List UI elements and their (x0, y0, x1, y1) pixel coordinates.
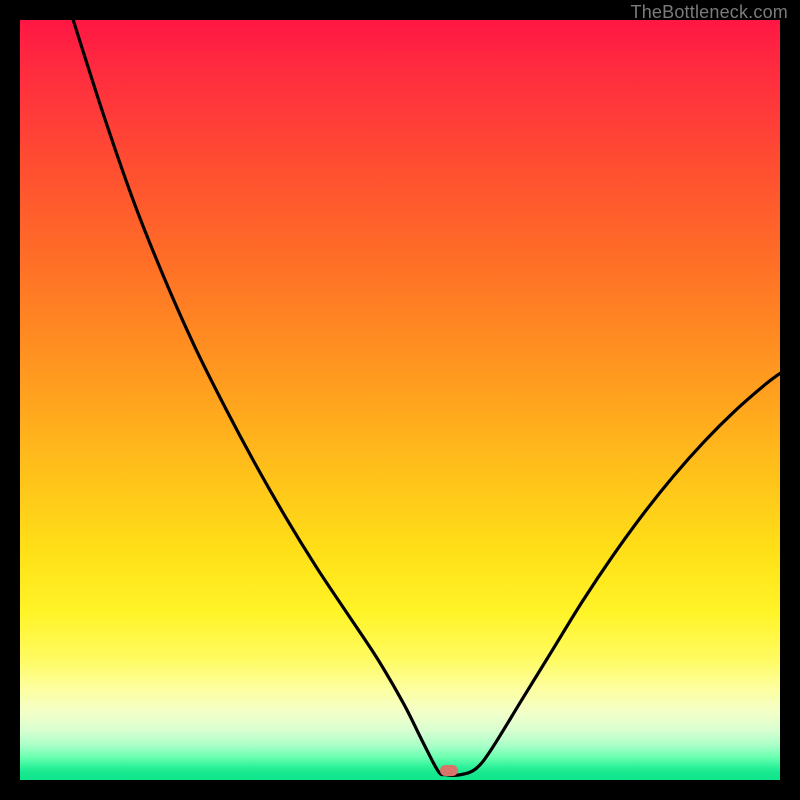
bottleneck-curve (20, 20, 780, 780)
plot-area (20, 20, 780, 780)
optimal-point-marker (440, 765, 458, 776)
chart-stage: TheBottleneck.com (0, 0, 800, 800)
